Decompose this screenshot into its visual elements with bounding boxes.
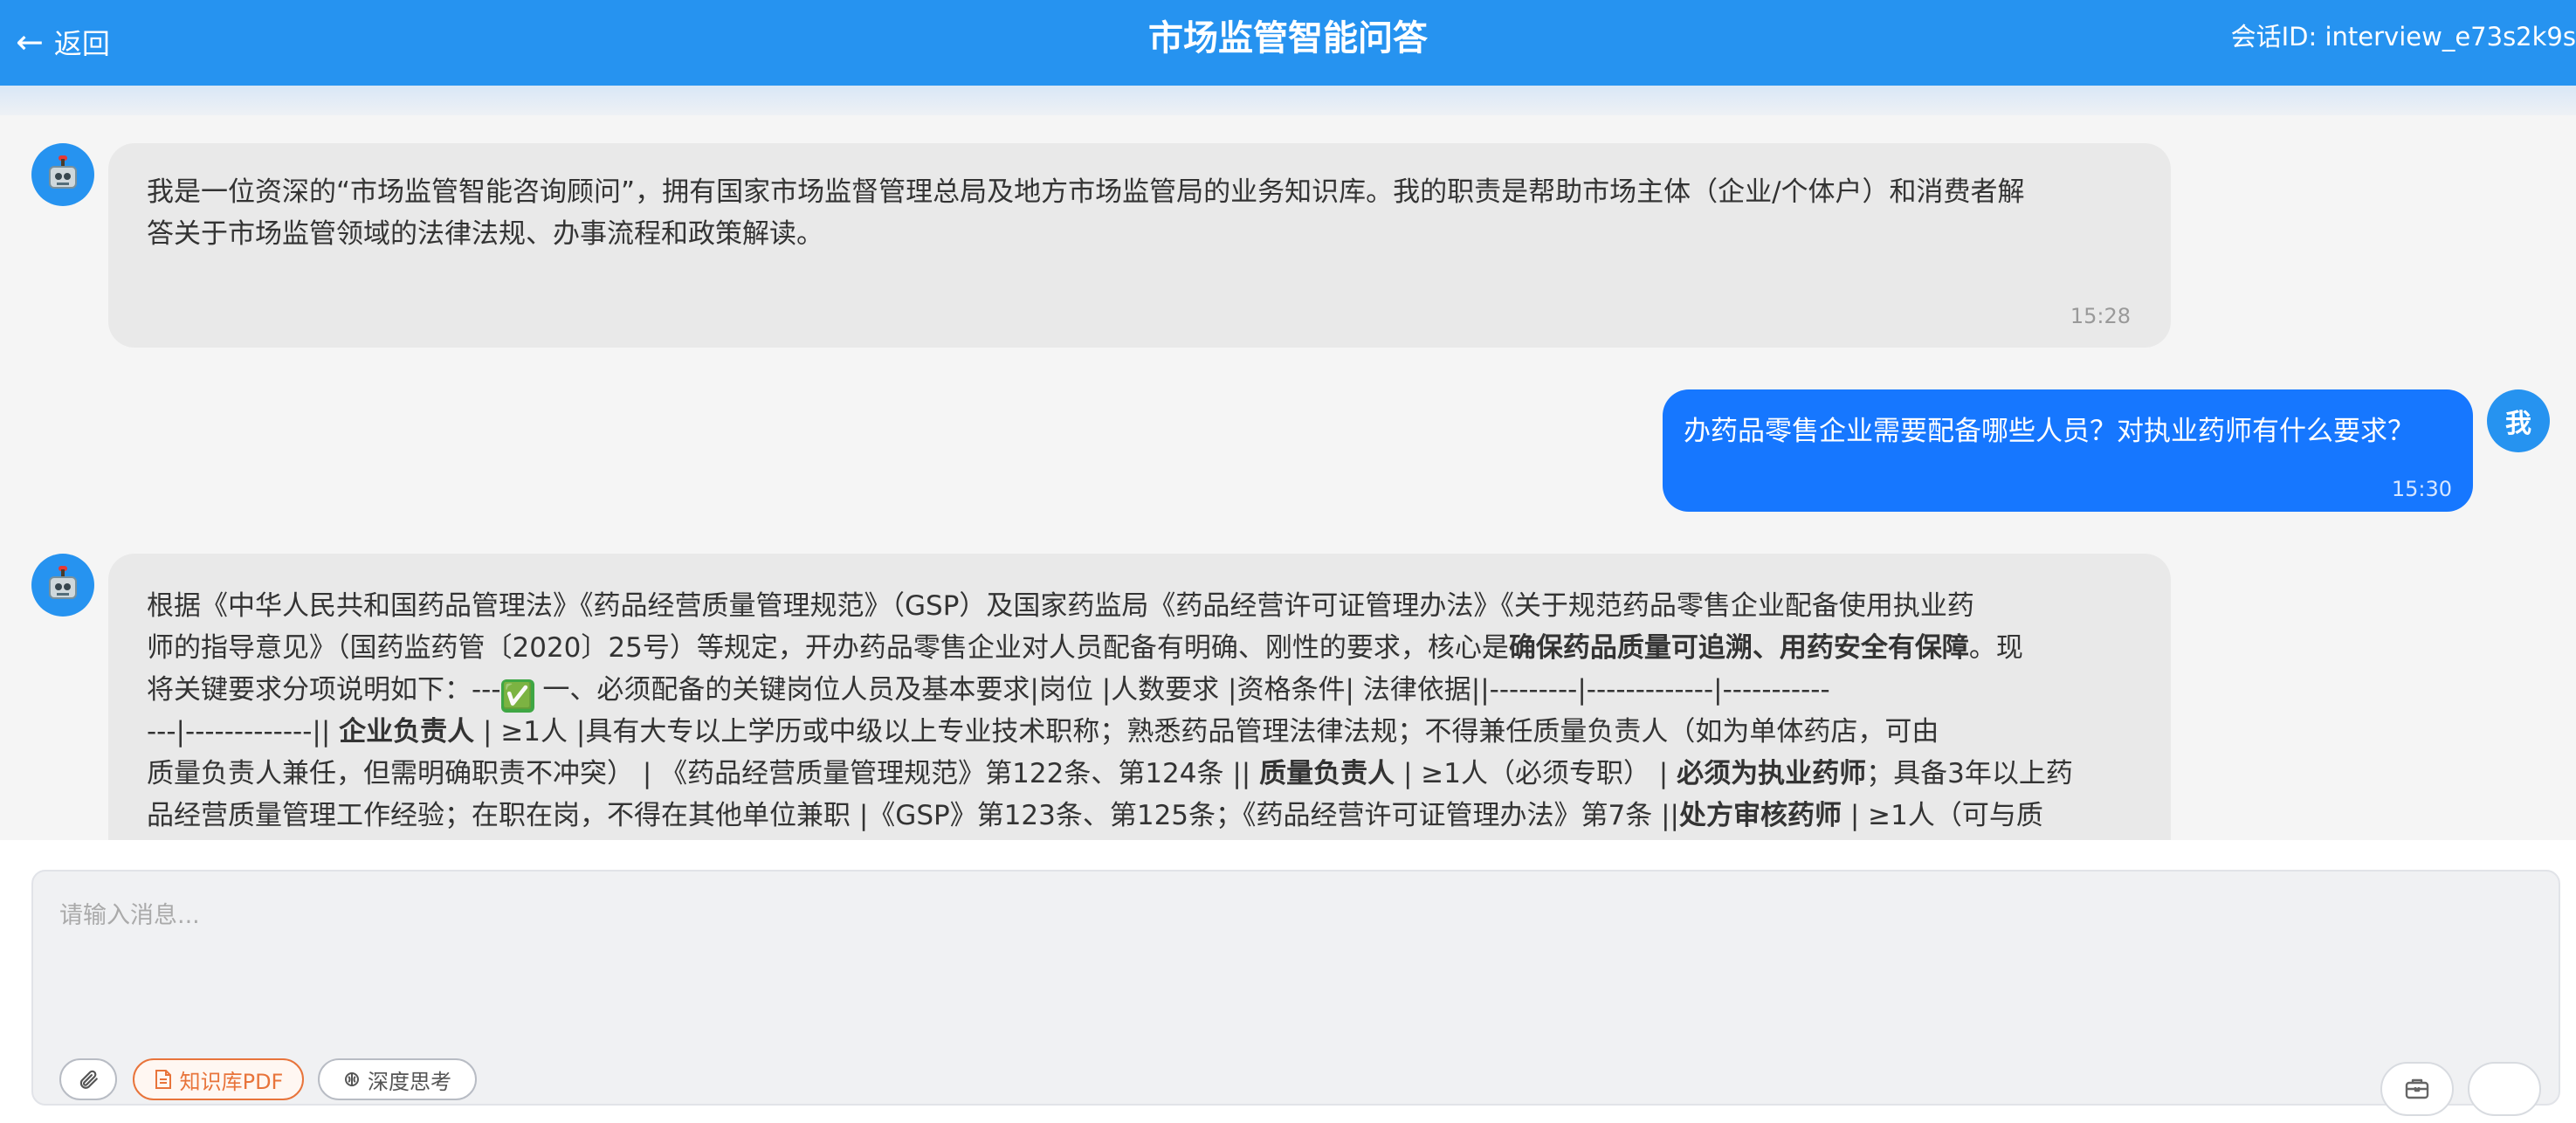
toolbox-icon xyxy=(2405,1078,2429,1099)
composer-box: 知识库PDF 深度思考 xyxy=(31,870,2560,1116)
send-button[interactable] xyxy=(2468,1062,2541,1116)
session-id: 会话ID: interview_e73s2k9s xyxy=(2230,22,2576,52)
bot-message-bubble: 根据《中华人民共和国药品管理法》《药品经营质量管理规范》（GSP）及国家药监局《… xyxy=(108,554,2171,840)
deep-think-button[interactable]: 深度思考 xyxy=(318,1058,477,1100)
chat-messages[interactable]: 我是一位资深的“市场监管智能咨询顾问”，拥有国家市场监督管理总局及地方市场监管局… xyxy=(0,115,2576,840)
robot-icon xyxy=(45,566,80,601)
message-input[interactable] xyxy=(59,896,2522,975)
text-run: 品经营质量管理工作经验；在职在岗，不得在其他单位兼职 |《GSP》第123条、第… xyxy=(147,800,1679,831)
bold-text: 处方审核药师 xyxy=(1679,800,1842,831)
back-label: 返回 xyxy=(53,27,110,60)
bold-text: 确保药品质量可追溯、用药安全有保障 xyxy=(1508,632,1969,664)
deep-think-label: 深度思考 xyxy=(368,1069,451,1094)
text-run: 师的指导意见》（国药监药管〔2020〕25号）等规定，开办药品零售企业对人员配备… xyxy=(147,632,1509,664)
text-run: 。现 xyxy=(1968,632,2023,664)
text-run: | ≥1人（必须专职） | xyxy=(1395,758,1677,789)
user-message-bubble: 办药品零售企业需要配备哪些人员？对执业药师有什么要求？ 15:30 xyxy=(1663,389,2473,512)
document-icon xyxy=(155,1070,171,1089)
app-header: ← 返回 市场监管智能问答 会话ID: interview_e73s2k9s xyxy=(0,0,2576,86)
message-line: 根据《中华人民共和国药品管理法》《药品经营质量管理规范》（GSP）及国家药监局《… xyxy=(147,585,1974,627)
message-text: 办药品零售企业需要配备哪些人员？对执业药师有什么要求？ xyxy=(1684,416,2414,447)
robot-icon xyxy=(45,155,80,190)
message-line: 将关键要求分项说明如下：---✅ 一、必须配备的关键岗位人员及基本要求|岗位 |… xyxy=(147,669,1830,713)
bold-text: 必须为执业药师 xyxy=(1677,758,1867,789)
message-line: 我是一位资深的“市场监管智能咨询顾问”，拥有国家市场监督管理总局及地方市场监管局… xyxy=(147,176,2025,208)
back-arrow-icon: ← xyxy=(16,23,44,61)
message-time: 15:30 xyxy=(2391,477,2452,501)
text-run: ；具备3年以上药 xyxy=(1866,758,2073,789)
text-run: 根据《中华人民共和国药品管理法》《药品经营质量管理规范》（GSP）及国家药监局《… xyxy=(147,590,1974,622)
composer-area: 知识库PDF 深度思考 xyxy=(0,840,2576,1123)
back-button[interactable]: ← 返回 xyxy=(16,17,110,66)
attach-button[interactable] xyxy=(59,1058,117,1100)
text-run: ---|-------------|| xyxy=(147,716,340,748)
text-run: 一、必须配备的关键岗位人员及基本要求|岗位 |人数要求 |资格条件| 法律依据|… xyxy=(534,674,1830,706)
text-run: 将关键要求分项说明如下：--- xyxy=(147,674,501,706)
paperclip-icon xyxy=(79,1070,98,1089)
bold-text: 企业负责人 xyxy=(339,716,475,748)
message-line: 品经营质量管理工作经验；在职在岗，不得在其他单位兼职 |《GSP》第123条、第… xyxy=(147,795,2043,837)
text-run: 质量负责人兼任，但需明确职责不冲突） | 《药品经营质量管理规范》第122条、第… xyxy=(147,758,1260,789)
message-time: 15:28 xyxy=(2070,304,2131,328)
page-title: 市场监管智能问答 xyxy=(1148,18,1428,59)
text-run: | ≥1人 |具有大专以上学历或中级以上专业技术职称；熟悉药品管理法律法规；不得… xyxy=(474,716,1939,748)
message-line: ---|-------------|| 企业负责人 | ≥1人 |具有大专以上学… xyxy=(147,711,1939,753)
toolbox-button[interactable] xyxy=(2380,1062,2454,1116)
bot-avatar xyxy=(31,554,94,617)
check-mark-icon: ✅ xyxy=(500,679,534,713)
user-avatar: 我 xyxy=(2487,389,2550,452)
bot-avatar xyxy=(31,143,94,206)
header-shadow xyxy=(0,86,2576,115)
message-line: 师的指导意见》（国药监药管〔2020〕25号）等规定，开办药品零售企业对人员配备… xyxy=(147,627,2023,669)
message-line: 质量负责人兼任，但需明确职责不冲突） | 《药品经营质量管理规范》第122条、第… xyxy=(147,753,2073,795)
knowledge-pdf-button[interactable]: 知识库PDF xyxy=(133,1058,304,1100)
brain-icon xyxy=(345,1072,359,1086)
text-run: | ≥1人（可与质 xyxy=(1842,800,2043,831)
message-line: 答关于市场监管领域的法律法规、办事流程和政策解读。 xyxy=(147,218,823,250)
bot-message-bubble: 我是一位资深的“市场监管智能咨询顾问”，拥有国家市场监督管理总局及地方市场监管局… xyxy=(108,143,2171,348)
knowledge-pdf-label: 知识库PDF xyxy=(179,1069,284,1094)
bold-text: 质量负责人 xyxy=(1259,758,1395,789)
